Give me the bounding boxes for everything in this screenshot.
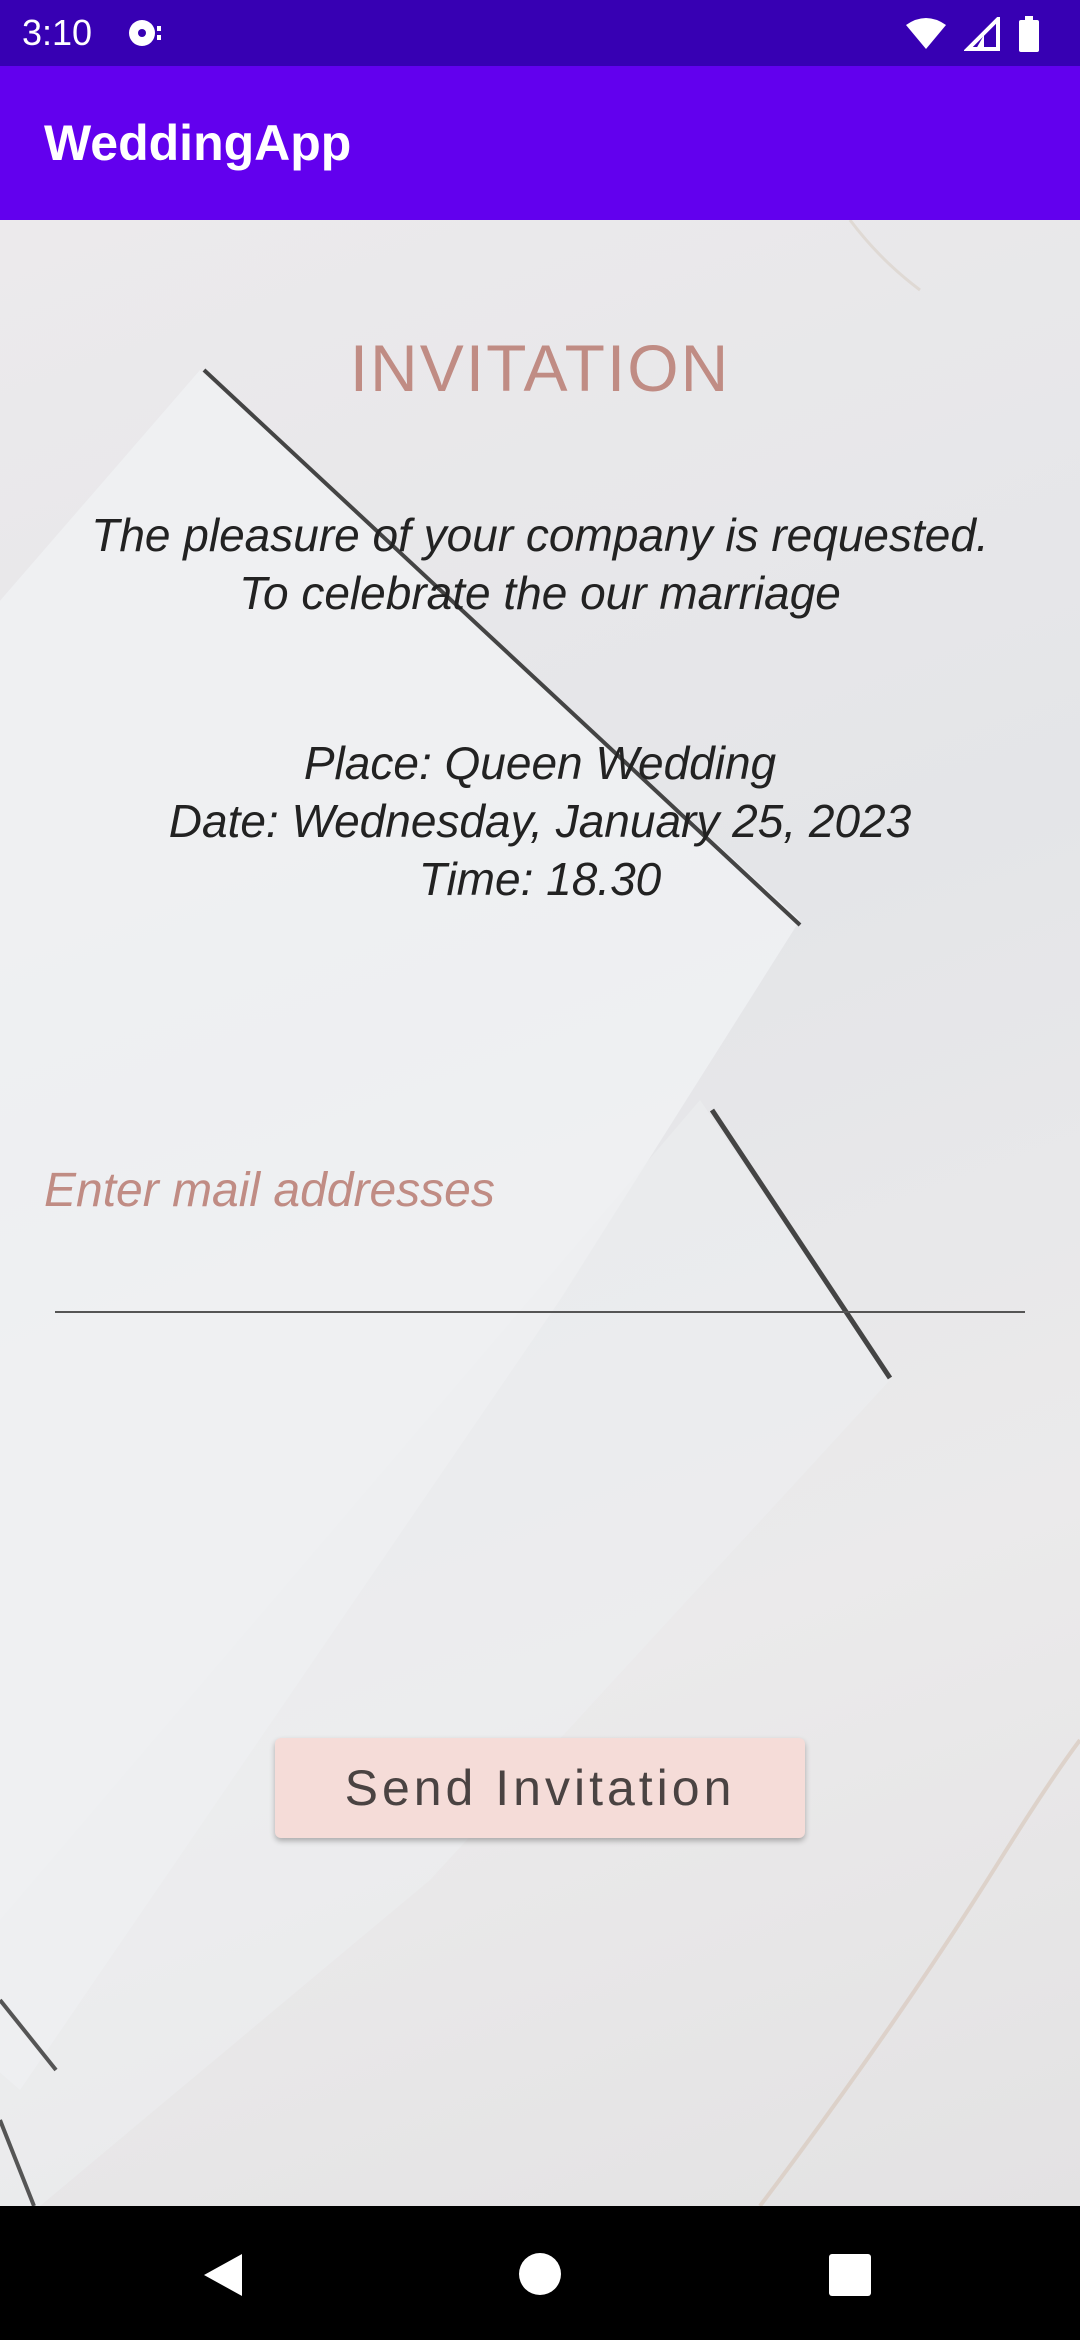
app-title: WeddingApp bbox=[44, 115, 352, 171]
battery-icon bbox=[1019, 16, 1039, 52]
app-bar: WeddingApp bbox=[0, 66, 1080, 220]
event-details: Place: Queen Wedding Date: Wednesday, Ja… bbox=[0, 734, 1080, 908]
message-line: The pleasure of your company is requeste… bbox=[91, 509, 989, 561]
media-icon bbox=[129, 20, 161, 46]
invitation-message: The pleasure of your company is requeste… bbox=[0, 506, 1080, 622]
event-date: Date: Wednesday, January 25, 2023 bbox=[168, 795, 912, 847]
event-time: Time: 18.30 bbox=[418, 853, 662, 905]
recents-icon[interactable] bbox=[829, 2254, 871, 2296]
status-icons bbox=[906, 14, 1040, 54]
message-line: To celebrate the our marriage bbox=[239, 567, 841, 619]
email-input[interactable] bbox=[44, 1120, 1024, 1260]
signal-icon bbox=[964, 17, 1000, 51]
status-bar: 3:10 bbox=[0, 0, 1080, 66]
navigation-bar bbox=[0, 2206, 1080, 2340]
status-time: 3:10 bbox=[22, 12, 93, 53]
back-icon[interactable] bbox=[200, 2252, 248, 2298]
event-place: Place: Queen Wedding bbox=[303, 737, 777, 789]
wifi-icon bbox=[906, 18, 946, 49]
invitation-screen: INVITATION The pleasure of your company … bbox=[0, 220, 1080, 2206]
email-underline bbox=[55, 1311, 1025, 1313]
send-invitation-button[interactable]: Send Invitation bbox=[275, 1738, 805, 1838]
invitation-title: INVITATION bbox=[349, 331, 731, 405]
email-field bbox=[44, 1120, 1025, 1320]
home-icon[interactable] bbox=[518, 2252, 562, 2296]
screen: 3:10 WeddingApp INVITATION The pleasure … bbox=[0, 0, 1080, 2340]
